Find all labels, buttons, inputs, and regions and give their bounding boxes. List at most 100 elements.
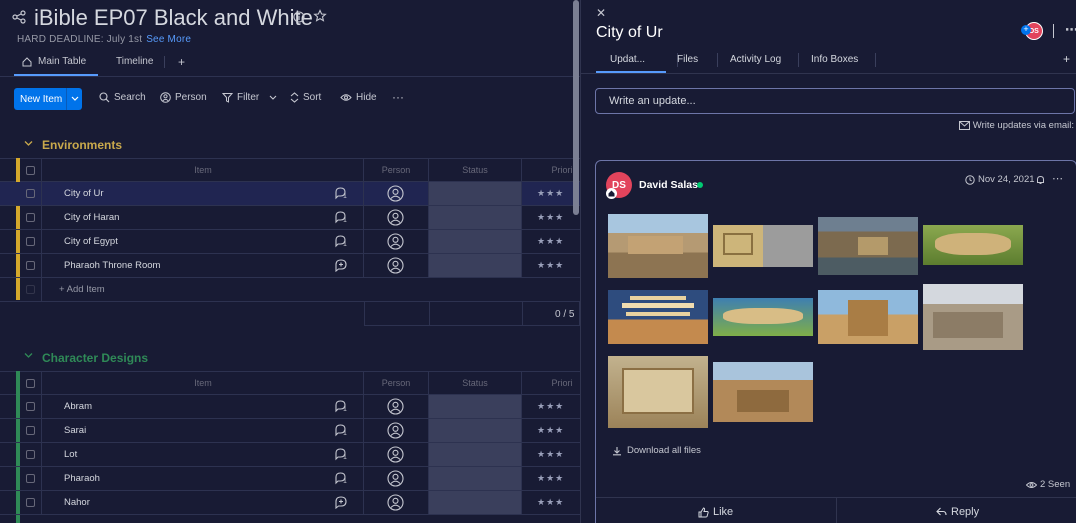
tab-info-boxes[interactable]: Info Boxes: [811, 54, 858, 65]
row-checkbox[interactable]: [26, 426, 35, 435]
attachment-thumbnail[interactable]: [713, 298, 813, 336]
status-cell[interactable]: [429, 182, 521, 205]
row-checkbox[interactable]: [26, 189, 35, 198]
star-icon[interactable]: [313, 9, 327, 23]
updates-icon[interactable]: 1: [334, 471, 348, 485]
row-checkbox[interactable]: [26, 213, 35, 222]
status-cell[interactable]: [429, 491, 521, 514]
table-row[interactable]: City of Ur 1 ★★★: [0, 182, 580, 206]
hide-button[interactable]: Hide: [340, 92, 377, 103]
person-avatar-icon[interactable]: [387, 398, 404, 415]
column-header-status[interactable]: Status: [429, 159, 521, 181]
item-name[interactable]: Sarai: [64, 425, 86, 436]
person-avatar-icon[interactable]: [387, 446, 404, 463]
more-options-button[interactable]: ···: [392, 90, 404, 104]
filter-button[interactable]: Filter: [222, 92, 277, 103]
download-all-files-link[interactable]: Download all files: [612, 445, 701, 456]
table-row[interactable]: Lot 1 ★★★: [0, 443, 580, 467]
priority-rating[interactable]: ★★★: [537, 497, 564, 508]
write-update-input[interactable]: Write an update...: [595, 88, 1075, 114]
column-header-status[interactable]: Status: [429, 372, 521, 394]
add-tab-button[interactable]: +: [1063, 52, 1070, 66]
updates-icon[interactable]: 1: [334, 399, 348, 413]
priority-rating[interactable]: ★★★: [537, 473, 564, 484]
add-view-button[interactable]: +: [178, 55, 185, 69]
reply-button[interactable]: Reply: [936, 506, 979, 518]
chevron-down-icon[interactable]: [66, 88, 82, 110]
add-subscriber-icon[interactable]: +: [1021, 25, 1031, 35]
table-row[interactable]: Pharaoh Throne Room ★★★: [0, 254, 580, 278]
status-cell[interactable]: [429, 443, 521, 466]
person-avatar-icon[interactable]: [387, 233, 404, 250]
tab-files[interactable]: Files: [677, 54, 698, 65]
updates-icon[interactable]: 1: [334, 423, 348, 437]
item-name[interactable]: City of Ur: [64, 188, 104, 199]
more-options-icon[interactable]: ⋯: [1065, 22, 1076, 38]
tab-activity-log[interactable]: Activity Log: [730, 54, 781, 65]
status-cell[interactable]: [429, 395, 521, 418]
select-all-checkbox[interactable]: [26, 379, 35, 388]
row-checkbox[interactable]: [26, 474, 35, 483]
attachment-thumbnail[interactable]: [608, 290, 708, 344]
more-options-icon[interactable]: ⋯: [1052, 172, 1063, 185]
priority-rating[interactable]: ★★★: [537, 449, 564, 460]
row-checkbox[interactable]: [26, 261, 35, 270]
info-icon[interactable]: [293, 11, 305, 23]
attachment-thumbnail[interactable]: [818, 217, 918, 275]
table-row[interactable]: City of Haran 1 ★★★: [0, 206, 580, 230]
add-item-input[interactable]: + Add Item: [59, 284, 105, 295]
table-row[interactable]: Abram 1 ★★★: [0, 395, 580, 419]
author-name[interactable]: David Salas: [639, 179, 698, 191]
add-item-row[interactable]: + Add Item: [0, 278, 580, 302]
updates-icon[interactable]: 1: [334, 210, 348, 224]
item-name[interactable]: City of Egypt: [64, 236, 118, 247]
priority-rating[interactable]: ★★★: [537, 236, 564, 247]
column-header-person[interactable]: Person: [364, 159, 428, 181]
chevron-down-icon[interactable]: [269, 95, 277, 101]
search-button[interactable]: Search: [99, 92, 146, 103]
attachment-thumbnail[interactable]: [923, 225, 1023, 265]
updates-icon[interactable]: 1: [334, 447, 348, 461]
row-checkbox[interactable]: [26, 402, 35, 411]
attachment-thumbnail[interactable]: [713, 225, 813, 267]
attachment-thumbnail[interactable]: [608, 214, 708, 278]
status-cell[interactable]: [429, 419, 521, 442]
board-scrollbar[interactable]: [573, 0, 579, 215]
tab-main-table[interactable]: Main Table: [22, 56, 86, 67]
group-title-character-designs[interactable]: Character Designs: [42, 351, 148, 365]
column-header-priority[interactable]: Priori: [522, 159, 580, 181]
person-avatar-icon[interactable]: [387, 494, 404, 511]
item-name[interactable]: Pharaoh Throne Room: [64, 260, 160, 271]
priority-rating[interactable]: ★★★: [537, 401, 564, 412]
attachment-thumbnail[interactable]: [608, 356, 708, 428]
tab-timeline[interactable]: Timeline: [116, 56, 153, 67]
priority-rating[interactable]: ★★★: [537, 260, 564, 271]
priority-rating[interactable]: ★★★: [537, 212, 564, 223]
priority-rating[interactable]: ★★★: [537, 188, 564, 199]
item-name[interactable]: Nahor: [64, 497, 90, 508]
item-name[interactable]: City of Haran: [64, 212, 119, 223]
updates-icon[interactable]: 1: [334, 186, 348, 200]
status-cell[interactable]: [429, 467, 521, 490]
group-title-environments[interactable]: Environments: [42, 138, 122, 152]
table-row[interactable]: Pharaoh 1 ★★★: [0, 467, 580, 491]
updates-icon[interactable]: 1: [334, 234, 348, 248]
like-button[interactable]: Like: [698, 506, 733, 518]
person-avatar-icon[interactable]: [387, 209, 404, 226]
item-title[interactable]: City of Ur: [596, 24, 663, 42]
column-header-item[interactable]: Item: [42, 372, 364, 394]
column-header-item[interactable]: Item: [42, 159, 364, 181]
status-cell[interactable]: [429, 230, 521, 253]
seen-count[interactable]: 2 Seen: [1026, 479, 1070, 490]
status-cell[interactable]: [429, 206, 521, 229]
table-row[interactable]: Sarai 1 ★★★: [0, 419, 580, 443]
attachment-thumbnail[interactable]: [713, 362, 813, 422]
column-header-person[interactable]: Person: [364, 372, 428, 394]
row-checkbox[interactable]: [26, 237, 35, 246]
email-updates-link[interactable]: Write updates via email:: [958, 120, 1074, 131]
table-row[interactable]: Nahor ★★★: [0, 491, 580, 515]
status-cell[interactable]: [429, 254, 521, 277]
updates-icon[interactable]: [334, 258, 348, 272]
person-avatar-icon[interactable]: [387, 422, 404, 439]
item-name[interactable]: Lot: [64, 449, 77, 460]
